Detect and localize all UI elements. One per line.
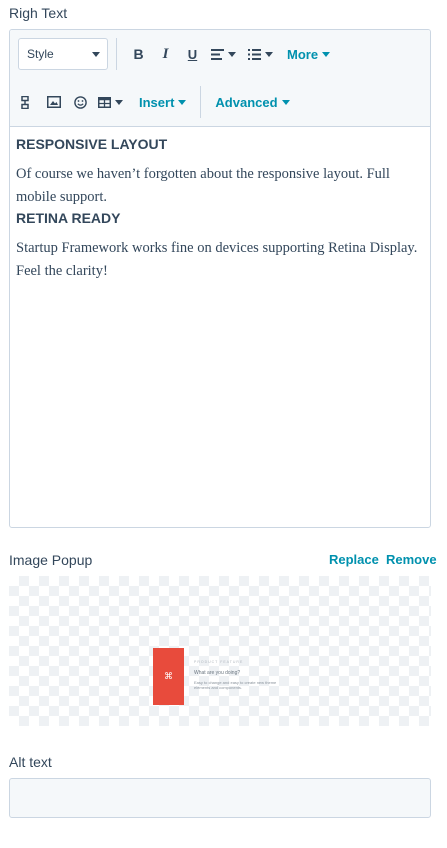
thumbnail-eyebrow: PRODUCT FEATURE <box>194 660 244 664</box>
chevron-down-icon <box>178 99 187 105</box>
content-paragraph: Startup Framework works fine on devices … <box>16 240 418 279</box>
toolbar-divider <box>200 86 202 118</box>
alt-text-input[interactable] <box>9 778 431 818</box>
underline-icon: U <box>187 46 198 62</box>
chevron-down-icon <box>228 51 236 57</box>
editor-content[interactable]: RESPONSIVE LAYOUT Of course we haven’t f… <box>10 128 430 527</box>
thumbnail-title: What are you doing? <box>194 670 241 676</box>
image-icon <box>47 96 61 108</box>
list-icon <box>248 48 261 60</box>
italic-icon: I <box>162 45 169 62</box>
insert-dropdown[interactable]: Insert <box>139 90 187 114</box>
advanced-dropdown[interactable]: Advanced <box>215 90 290 114</box>
rich-text-editor: Style B I U More Insert Advanced RESPONS… <box>9 29 431 528</box>
list-dropdown[interactable] <box>248 42 273 66</box>
chevron-down-icon <box>115 99 123 105</box>
remove-button[interactable]: Remove <box>386 552 437 567</box>
emoji-button[interactable] <box>72 90 88 114</box>
chevron-down-icon <box>92 51 100 57</box>
bold-button[interactable]: B <box>130 42 147 66</box>
content-paragraph: Of course we haven’t forgotten about the… <box>16 166 390 205</box>
command-icon: ⌘ <box>164 671 173 681</box>
align-left-icon <box>211 48 224 60</box>
insert-image-button[interactable] <box>46 90 62 114</box>
more-dropdown[interactable]: More <box>287 42 331 66</box>
style-select[interactable]: Style <box>18 38 108 70</box>
righ-text-label: Righ Text <box>9 5 68 21</box>
insert-label: Insert <box>139 94 175 110</box>
table-icon <box>98 96 111 108</box>
thumbnail-feature-block: ⌘ <box>153 648 184 705</box>
bold-icon: B <box>133 46 144 62</box>
image-thumbnail: ⌘ PRODUCT FEATURE What are you doing? Ea… <box>153 648 285 708</box>
toolbar-divider <box>116 38 117 70</box>
alt-text-label: Alt text <box>9 754 52 770</box>
source-code-button[interactable] <box>18 90 32 114</box>
image-popup-label: Image Popup <box>9 552 93 568</box>
table-dropdown[interactable] <box>98 90 123 114</box>
emoji-icon <box>73 95 87 109</box>
content-heading: RETINA READY <box>16 210 121 226</box>
editor-toolbar: Style B I U More Insert Advanced <box>10 30 430 127</box>
chevron-down-icon <box>281 99 290 105</box>
more-label: More <box>287 46 319 62</box>
content-heading: RESPONSIVE LAYOUT <box>16 136 168 152</box>
image-preview[interactable]: ⌘ PRODUCT FEATURE What are you doing? Ea… <box>9 576 431 726</box>
chevron-down-icon <box>322 51 331 57</box>
replace-button[interactable]: Replace <box>329 552 379 567</box>
chevron-down-icon <box>265 51 273 57</box>
thumbnail-body: Easy to change and easy to create new th… <box>194 680 277 690</box>
underline-button[interactable]: U <box>184 42 201 66</box>
style-select-value: Style <box>27 47 54 61</box>
source-code-icon <box>21 95 29 109</box>
align-dropdown[interactable] <box>211 42 236 66</box>
italic-button[interactable]: I <box>157 42 174 66</box>
advanced-label: Advanced <box>215 94 278 110</box>
